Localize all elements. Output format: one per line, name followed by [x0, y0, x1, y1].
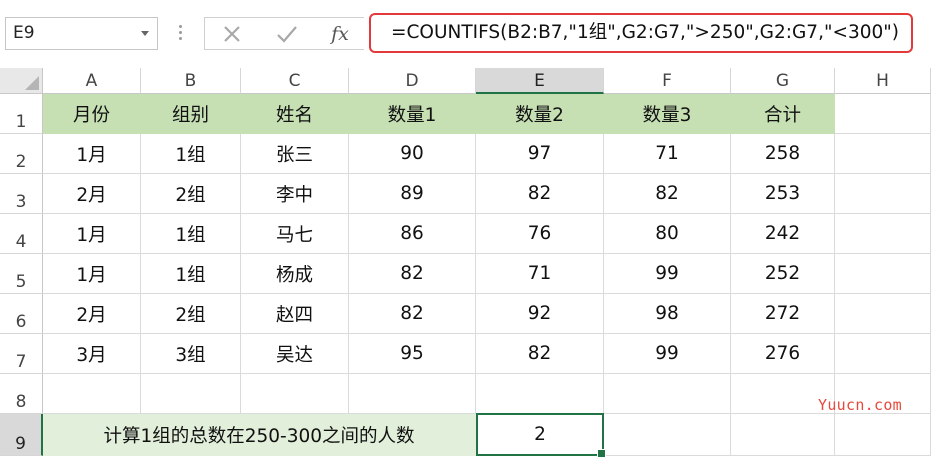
cell-d1[interactable]: 数量1 [349, 94, 476, 134]
cell-e4[interactable]: 76 [476, 214, 604, 254]
column-header-a[interactable]: A [43, 68, 141, 94]
cell-f7[interactable]: 99 [604, 334, 731, 374]
name-box[interactable]: E9 [5, 17, 158, 50]
cell-e1[interactable]: 数量2 [476, 94, 604, 134]
cell-b4[interactable]: 1组 [141, 214, 241, 254]
cell-d6[interactable]: 82 [349, 294, 476, 334]
cell-h2[interactable] [835, 134, 931, 174]
cell-d5[interactable]: 82 [349, 254, 476, 294]
cell-g7[interactable]: 276 [731, 334, 835, 374]
cell-h3[interactable] [835, 174, 931, 214]
row-header-3[interactable]: 3 [0, 174, 43, 214]
cell-h1[interactable] [835, 94, 931, 134]
cell-a7[interactable]: 3月 [43, 334, 141, 374]
formula-bar-grip-icon[interactable] [176, 22, 184, 44]
cell-h9[interactable] [835, 414, 931, 456]
cell-d2[interactable]: 90 [349, 134, 476, 174]
cell-f4[interactable]: 80 [604, 214, 731, 254]
cell-h5[interactable] [835, 254, 931, 294]
column-header-d[interactable]: D [349, 68, 476, 94]
row-header-5[interactable]: 5 [0, 254, 43, 294]
cell-e8[interactable] [476, 374, 604, 414]
cell-f6[interactable]: 98 [604, 294, 731, 334]
formula-text: =COUNTIFS(B2:B7,"1组",G2:G7,">250",G2:G7,… [391, 22, 900, 43]
cell-e6[interactable]: 92 [476, 294, 604, 334]
cell-e7[interactable]: 82 [476, 334, 604, 374]
cell-g1[interactable]: 合计 [731, 94, 835, 134]
cell-c1[interactable]: 姓名 [241, 94, 349, 134]
cell-b6[interactable]: 2组 [141, 294, 241, 334]
cell-e9-active[interactable]: 2 [476, 413, 606, 458]
row-header-7[interactable]: 7 [0, 334, 43, 374]
cell-b3[interactable]: 2组 [141, 174, 241, 214]
row-header-1[interactable]: 1 [0, 94, 43, 134]
cell-h7[interactable] [835, 334, 931, 374]
cell-g2[interactable]: 258 [731, 134, 835, 174]
cell-c8[interactable] [241, 374, 349, 414]
cell-f2[interactable]: 71 [604, 134, 731, 174]
cell-c6[interactable]: 赵四 [241, 294, 349, 334]
cell-g6[interactable]: 272 [731, 294, 835, 334]
cell-c5[interactable]: 杨成 [241, 254, 349, 294]
column-header-f[interactable]: F [604, 68, 731, 94]
cell-c2[interactable]: 张三 [241, 134, 349, 174]
fx-label: fx [331, 22, 349, 45]
cell-g5[interactable]: 252 [731, 254, 835, 294]
cell-b2[interactable]: 1组 [141, 134, 241, 174]
formula-input[interactable]: =COUNTIFS(B2:B7,"1组",G2:G7,">250",G2:G7,… [369, 13, 913, 53]
column-header-h[interactable]: H [835, 68, 931, 94]
cell-d7[interactable]: 95 [349, 334, 476, 374]
row-header-6[interactable]: 6 [0, 294, 43, 334]
cell-c3[interactable]: 李中 [241, 174, 349, 214]
cell-e2[interactable]: 97 [476, 134, 604, 174]
cell-e5[interactable]: 71 [476, 254, 604, 294]
cell-g3[interactable]: 253 [731, 174, 835, 214]
name-box-dropdown-icon[interactable] [141, 31, 149, 36]
select-all-corner[interactable] [0, 68, 43, 94]
cell-f8[interactable] [604, 374, 731, 414]
column-header-c[interactable]: C [241, 68, 349, 94]
cell-a6[interactable]: 2月 [43, 294, 141, 334]
cell-a9[interactable]: 计算1组的总数在250-300之间的人数 [43, 414, 476, 456]
cell-b7[interactable]: 3组 [141, 334, 241, 374]
cell-f3[interactable]: 82 [604, 174, 731, 214]
cell-d3[interactable]: 89 [349, 174, 476, 214]
cell-a3[interactable]: 2月 [43, 174, 141, 214]
cell-a2[interactable]: 1月 [43, 134, 141, 174]
cell-a8[interactable] [43, 374, 141, 414]
watermark: Yuucn.com [818, 396, 902, 414]
column-header-g[interactable]: G [731, 68, 835, 94]
row-header-4[interactable]: 4 [0, 214, 43, 254]
row-header-8[interactable]: 8 [0, 374, 43, 414]
column-header-b[interactable]: B [141, 68, 241, 94]
cell-f9[interactable] [604, 414, 731, 456]
cell-d8[interactable] [349, 374, 476, 414]
cell-c7[interactable]: 吴达 [241, 334, 349, 374]
cell-f5[interactable]: 99 [604, 254, 731, 294]
name-box-value: E9 [13, 23, 35, 43]
cell-h4[interactable] [835, 214, 931, 254]
cell-h6[interactable] [835, 294, 931, 334]
cell-a1[interactable]: 月份 [43, 94, 141, 134]
cell-g9[interactable] [731, 414, 835, 456]
cell-b1[interactable]: 组别 [141, 94, 241, 134]
cell-d4[interactable]: 86 [349, 214, 476, 254]
cell-b8[interactable] [141, 374, 241, 414]
cell-e3[interactable]: 82 [476, 174, 604, 214]
cell-a4[interactable]: 1月 [43, 214, 141, 254]
fx-icon[interactable]: fx [318, 17, 362, 50]
cell-c4[interactable]: 马七 [241, 214, 349, 254]
cancel-x-icon[interactable] [210, 17, 254, 50]
cell-b5[interactable]: 1组 [141, 254, 241, 294]
fill-handle[interactable] [597, 449, 606, 458]
cell-f1[interactable]: 数量3 [604, 94, 731, 134]
row-header-2[interactable]: 2 [0, 134, 43, 174]
cell-a5[interactable]: 1月 [43, 254, 141, 294]
select-all-triangle-icon [25, 76, 39, 90]
row-header-9[interactable]: 9 [0, 414, 43, 456]
cell-g4[interactable]: 242 [731, 214, 835, 254]
confirm-check-icon[interactable] [265, 17, 309, 50]
column-header-e[interactable]: E [476, 68, 604, 94]
